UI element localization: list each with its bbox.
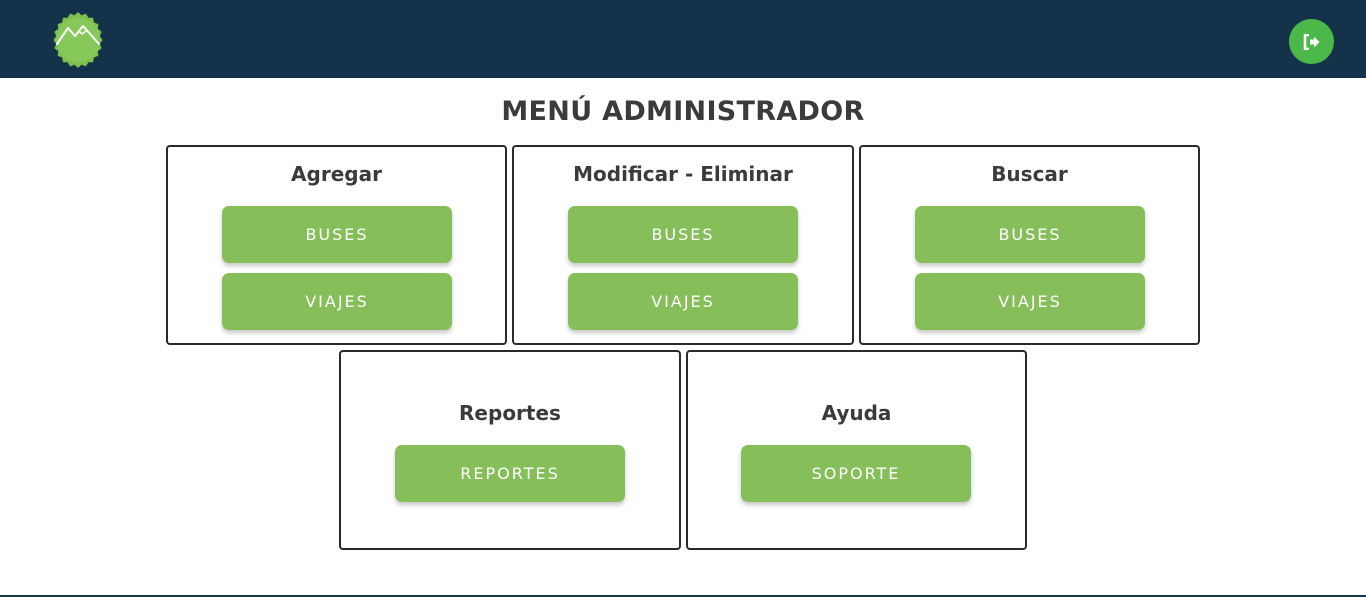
buscar-buses-button[interactable]: BUSES xyxy=(915,206,1145,263)
card-buscar: Buscar BUSES VIAJES xyxy=(859,145,1200,345)
top-navbar xyxy=(0,0,1366,78)
reportes-button[interactable]: REPORTES xyxy=(395,445,625,502)
logout-button[interactable] xyxy=(1289,19,1334,64)
card-reportes: Reportes REPORTES xyxy=(339,350,681,550)
agregar-viajes-button[interactable]: VIAJES xyxy=(222,273,452,330)
card-agregar: Agregar BUSES VIAJES xyxy=(166,145,507,345)
modificar-viajes-button[interactable]: VIAJES xyxy=(568,273,798,330)
page-title: MENÚ ADMINISTRADOR xyxy=(501,96,865,127)
agregar-buses-button[interactable]: BUSES xyxy=(222,206,452,263)
card-ayuda: Ayuda SOPORTE xyxy=(686,350,1027,550)
card-title-reportes: Reportes xyxy=(459,401,561,425)
soporte-button[interactable]: SOPORTE xyxy=(741,445,971,502)
card-title-buscar: Buscar xyxy=(991,162,1068,186)
modificar-buses-button[interactable]: BUSES xyxy=(568,206,798,263)
card-title-ayuda: Ayuda xyxy=(821,401,892,425)
card-title-agregar: Agregar xyxy=(291,162,382,186)
sign-out-icon xyxy=(1303,33,1319,50)
mountain-badge-icon[interactable] xyxy=(48,10,108,70)
buscar-viajes-button[interactable]: VIAJES xyxy=(915,273,1145,330)
card-title-modificar-eliminar: Modificar - Eliminar xyxy=(573,162,793,186)
card-modificar-eliminar: Modificar - Eliminar BUSES VIAJES xyxy=(512,145,854,345)
